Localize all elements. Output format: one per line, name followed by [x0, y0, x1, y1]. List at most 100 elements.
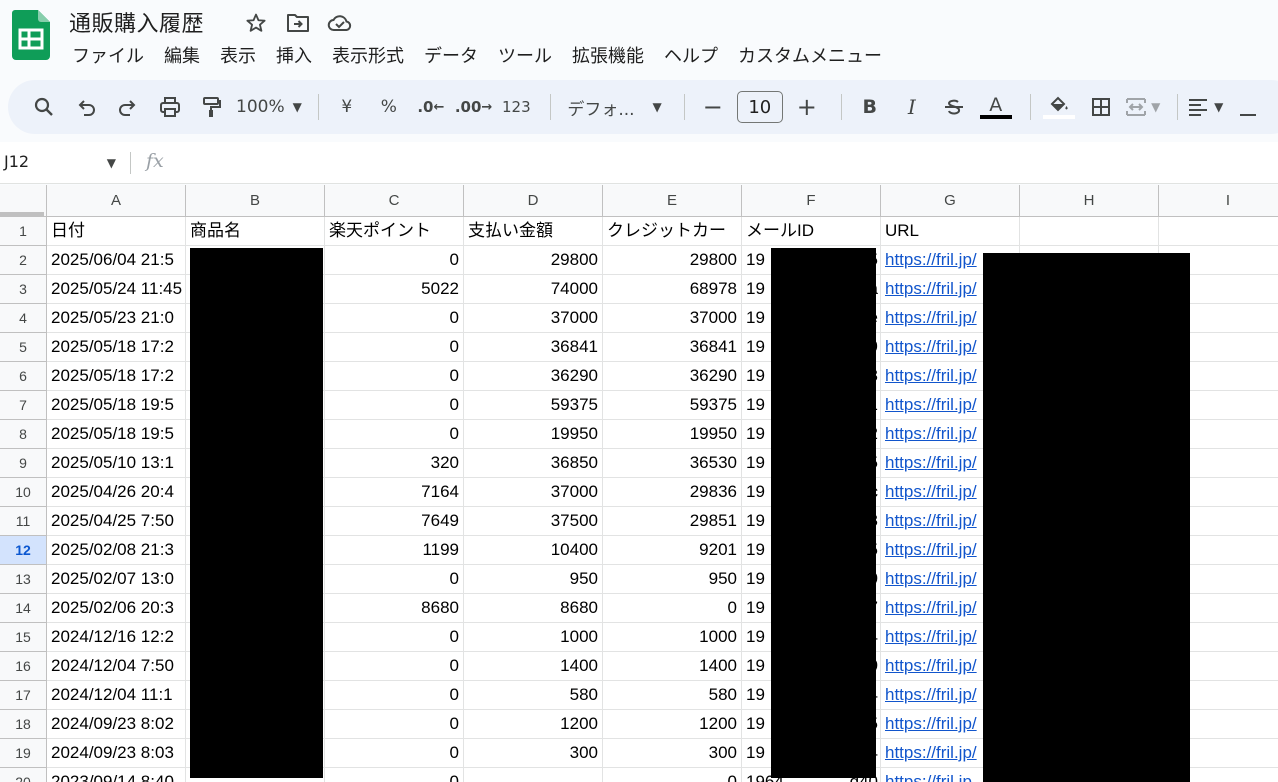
merge-cells-icon[interactable]: ▼: [1125, 89, 1161, 125]
cell-points[interactable]: 0: [325, 304, 464, 333]
column-header-c[interactable]: C: [325, 185, 464, 217]
header-cell-h[interactable]: [1020, 217, 1159, 246]
redo-icon[interactable]: [110, 89, 146, 125]
cell-points[interactable]: 0: [325, 565, 464, 594]
row-header[interactable]: 3: [0, 275, 47, 304]
menu-data[interactable]: データ: [414, 43, 488, 71]
cell-credit[interactable]: 68978: [603, 275, 742, 304]
menu-insert[interactable]: 挿入: [266, 43, 322, 71]
strikethrough-icon[interactable]: [936, 89, 972, 125]
print-icon[interactable]: [152, 89, 188, 125]
row-header[interactable]: 20: [0, 768, 47, 782]
sheets-logo-icon[interactable]: [12, 10, 50, 60]
cell-credit[interactable]: 0: [603, 768, 742, 782]
cell-date[interactable]: 2025/06/04 21:5: [47, 246, 186, 275]
cell-payment[interactable]: 36841: [464, 333, 603, 362]
cell-points[interactable]: 7164: [325, 478, 464, 507]
cell-payment[interactable]: 36290: [464, 362, 603, 391]
paint-format-icon[interactable]: [194, 89, 230, 125]
italic-button[interactable]: I: [894, 89, 930, 125]
cell-payment[interactable]: 8680: [464, 594, 603, 623]
cell-points[interactable]: 0: [325, 623, 464, 652]
cell-credit[interactable]: 9201: [603, 536, 742, 565]
bold-button[interactable]: B: [852, 89, 888, 125]
menu-file[interactable]: ファイル: [62, 43, 154, 71]
menu-custom[interactable]: カスタムメニュー: [728, 43, 892, 71]
move-folder-icon[interactable]: [284, 9, 312, 37]
undo-icon[interactable]: [68, 89, 104, 125]
row-header[interactable]: 9: [0, 449, 47, 478]
cell-date[interactable]: 2024/09/23 8:03: [47, 739, 186, 768]
row-header[interactable]: 18: [0, 710, 47, 739]
column-header-f[interactable]: F: [742, 185, 881, 217]
cell-points[interactable]: 0: [325, 710, 464, 739]
menu-tools[interactable]: ツール: [488, 43, 562, 71]
cell-payment[interactable]: 950: [464, 565, 603, 594]
cell-date[interactable]: 2025/04/26 20:4: [47, 478, 186, 507]
header-cell-points[interactable]: 楽天ポイント: [325, 217, 464, 246]
row-header[interactable]: 1: [0, 217, 47, 246]
cloud-saved-icon[interactable]: [326, 9, 354, 37]
cell-points[interactable]: 0: [325, 739, 464, 768]
fill-color-icon[interactable]: [1041, 89, 1077, 125]
cell-date[interactable]: 2025/02/06 20:3: [47, 594, 186, 623]
header-cell-i[interactable]: [1159, 217, 1278, 246]
cell-credit[interactable]: 1200: [603, 710, 742, 739]
cell-payment[interactable]: 1400: [464, 652, 603, 681]
row-header[interactable]: 15: [0, 623, 47, 652]
cell-date[interactable]: 2024/12/04 11:1: [47, 681, 186, 710]
borders-icon[interactable]: [1083, 89, 1119, 125]
cell-credit[interactable]: 36841: [603, 333, 742, 362]
cell-points[interactable]: 0: [325, 362, 464, 391]
column-header-h[interactable]: H: [1020, 185, 1159, 217]
cell-payment[interactable]: 580: [464, 681, 603, 710]
row-header[interactable]: 13: [0, 565, 47, 594]
cell-credit[interactable]: 300: [603, 739, 742, 768]
row-header[interactable]: 14: [0, 594, 47, 623]
font-size-input[interactable]: 10: [736, 91, 783, 123]
cell-date[interactable]: 2025/05/10 13:1: [47, 449, 186, 478]
cell-points[interactable]: 320: [325, 449, 464, 478]
cell-payment[interactable]: 10400: [464, 536, 603, 565]
cell-points[interactable]: 7649: [325, 507, 464, 536]
formula-input[interactable]: [185, 150, 1265, 176]
column-header-g[interactable]: G: [881, 185, 1020, 217]
cell-date[interactable]: 2025/02/08 21:3: [47, 536, 186, 565]
cell-points[interactable]: 0: [325, 391, 464, 420]
cell-credit[interactable]: 37000: [603, 304, 742, 333]
cell-credit[interactable]: 29836: [603, 478, 742, 507]
currency-format-button[interactable]: ¥: [329, 89, 365, 125]
cell-points[interactable]: 0: [325, 768, 464, 782]
row-header[interactable]: 11: [0, 507, 47, 536]
cell-date[interactable]: 2025/05/24 11:45: [47, 275, 186, 304]
cell-credit[interactable]: 950: [603, 565, 742, 594]
cell-points[interactable]: 0: [325, 333, 464, 362]
vertical-align-icon[interactable]: [1230, 89, 1266, 125]
star-icon[interactable]: [242, 9, 270, 37]
header-cell-date[interactable]: 日付: [47, 217, 186, 246]
row-header[interactable]: 6: [0, 362, 47, 391]
cell-payment[interactable]: 1200: [464, 710, 603, 739]
cell-payment[interactable]: 1000: [464, 623, 603, 652]
menu-format[interactable]: 表示形式: [322, 43, 414, 71]
cell-credit[interactable]: 29851: [603, 507, 742, 536]
increase-font-size-button[interactable]: +: [789, 89, 825, 125]
column-header-d[interactable]: D: [464, 185, 603, 217]
cell-credit[interactable]: 19950: [603, 420, 742, 449]
increase-decimal-button[interactable]: .00 →: [455, 89, 492, 125]
cell-credit[interactable]: 36290: [603, 362, 742, 391]
cell-payment[interactable]: 59375: [464, 391, 603, 420]
zoom-select[interactable]: 100% ▼: [236, 89, 302, 125]
cell-payment[interactable]: 37500: [464, 507, 603, 536]
cell-date[interactable]: 2025/05/18 17:2: [47, 333, 186, 362]
cell-payment[interactable]: 37000: [464, 478, 603, 507]
horizontal-align-icon[interactable]: ▼: [1188, 89, 1224, 125]
cell-date[interactable]: 2025/04/25 7:50: [47, 507, 186, 536]
cell-date[interactable]: 2024/12/04 7:50: [47, 652, 186, 681]
cell-date[interactable]: 2024/09/23 8:02: [47, 710, 186, 739]
cell-payment[interactable]: 29800: [464, 246, 603, 275]
cell-payment[interactable]: 37000: [464, 304, 603, 333]
row-header[interactable]: 17: [0, 681, 47, 710]
cell-date[interactable]: 2025/05/18 19:5: [47, 391, 186, 420]
menu-help[interactable]: ヘルプ: [654, 43, 728, 71]
